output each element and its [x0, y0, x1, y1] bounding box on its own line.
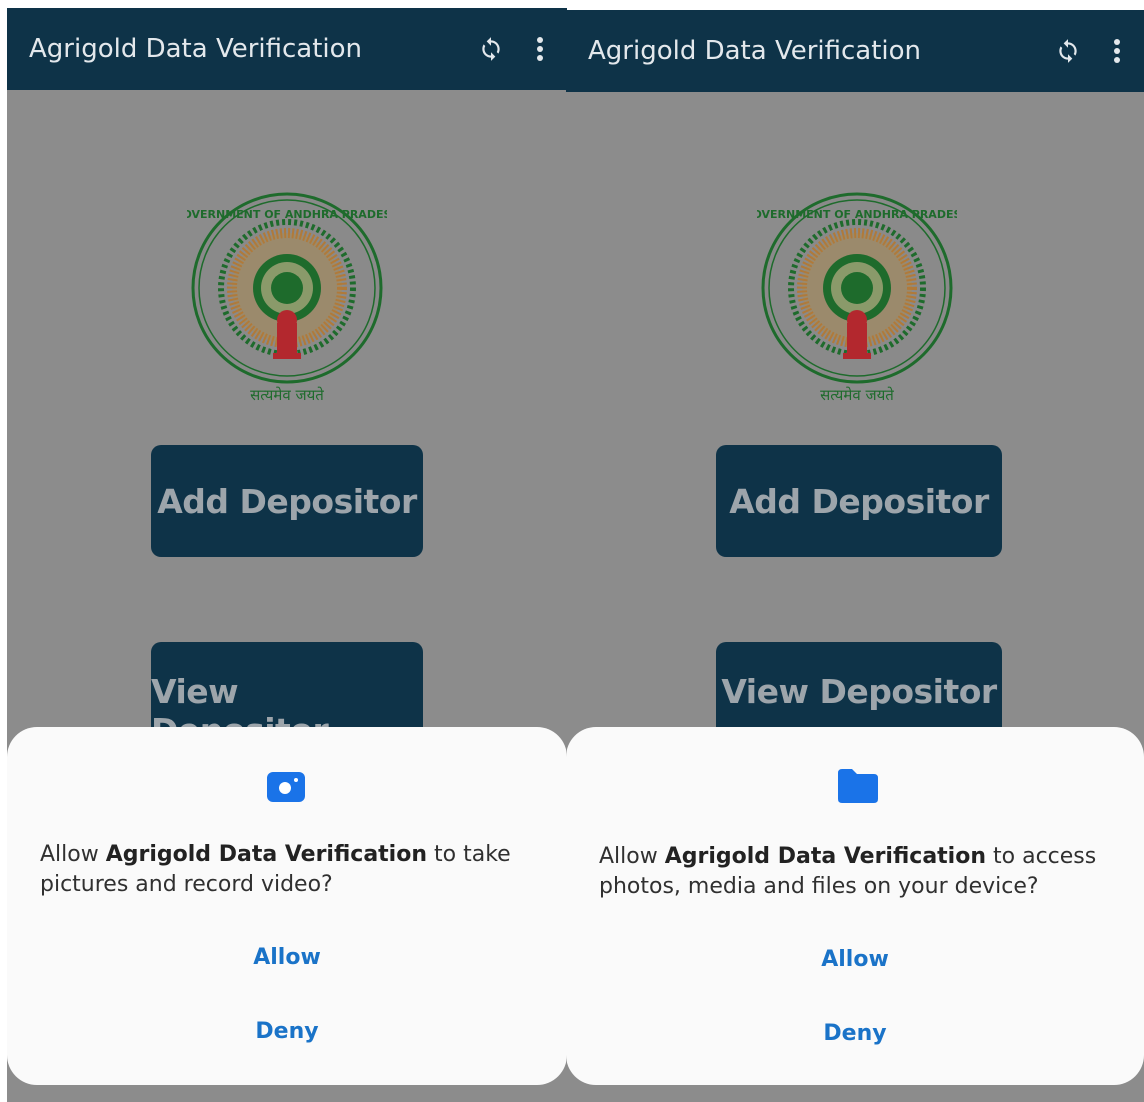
app-title: Agrigold Data Verification [29, 34, 363, 64]
permission-message: Allow Agrigold Data Verification to acce… [599, 842, 1114, 902]
deny-button[interactable]: Deny [7, 1019, 567, 1044]
permission-message: Allow Agrigold Data Verification to take… [40, 840, 537, 900]
emblem-motto: सत्यमेव जयते [820, 386, 894, 404]
message-prefix: Allow [40, 842, 106, 867]
add-depositor-button[interactable]: Add Depositor [151, 445, 423, 557]
message-app-name: Agrigold Data Verification [664, 844, 987, 869]
app-bar: Agrigold Data Verification [566, 10, 1144, 92]
more-vert-icon[interactable] [1102, 31, 1132, 71]
permission-dialog: Allow Agrigold Data Verification to acce… [566, 727, 1144, 1085]
ap-government-emblem: GOVERNMENT OF ANDHRA PRADESH सत्यमेव जयत… [743, 188, 971, 408]
app-title: Agrigold Data Verification [588, 36, 922, 66]
message-suffix: to take [427, 842, 511, 867]
allow-button[interactable]: Allow [7, 945, 567, 970]
sync-icon[interactable] [471, 29, 511, 69]
folder-icon [838, 769, 878, 808]
screen-storage-permission: Agrigold Data Verification GOVERNMENT OF… [566, 10, 1144, 1102]
allow-button[interactable]: Allow [566, 947, 1144, 972]
more-vert-icon[interactable] [525, 29, 555, 69]
message-line2: pictures and record video? [40, 872, 333, 897]
emblem-top-text: GOVERNMENT OF ANDHRA PRADESH [187, 208, 387, 221]
app-bar: Agrigold Data Verification [7, 8, 567, 90]
ap-government-emblem: GOVERNMENT OF ANDHRA PRADESH सत्यमेव जयत… [173, 188, 401, 408]
message-line2: photos, media and files on your device? [599, 874, 1039, 899]
emblem-motto: सत्यमेव जयते [250, 386, 324, 404]
screen-camera-permission: Agrigold Data Verification GOVERNMENT OF… [7, 8, 567, 1102]
add-depositor-button[interactable]: Add Depositor [716, 445, 1002, 557]
message-suffix: to access [986, 844, 1097, 869]
deny-button[interactable]: Deny [566, 1021, 1144, 1046]
message-app-name: Agrigold Data Verification [105, 842, 428, 867]
camera-icon [267, 770, 305, 807]
emblem-top-text: GOVERNMENT OF ANDHRA PRADESH [757, 208, 957, 221]
permission-dialog: Allow Agrigold Data Verification to take… [7, 727, 567, 1085]
message-prefix: Allow [599, 844, 665, 869]
sync-icon[interactable] [1048, 31, 1088, 71]
